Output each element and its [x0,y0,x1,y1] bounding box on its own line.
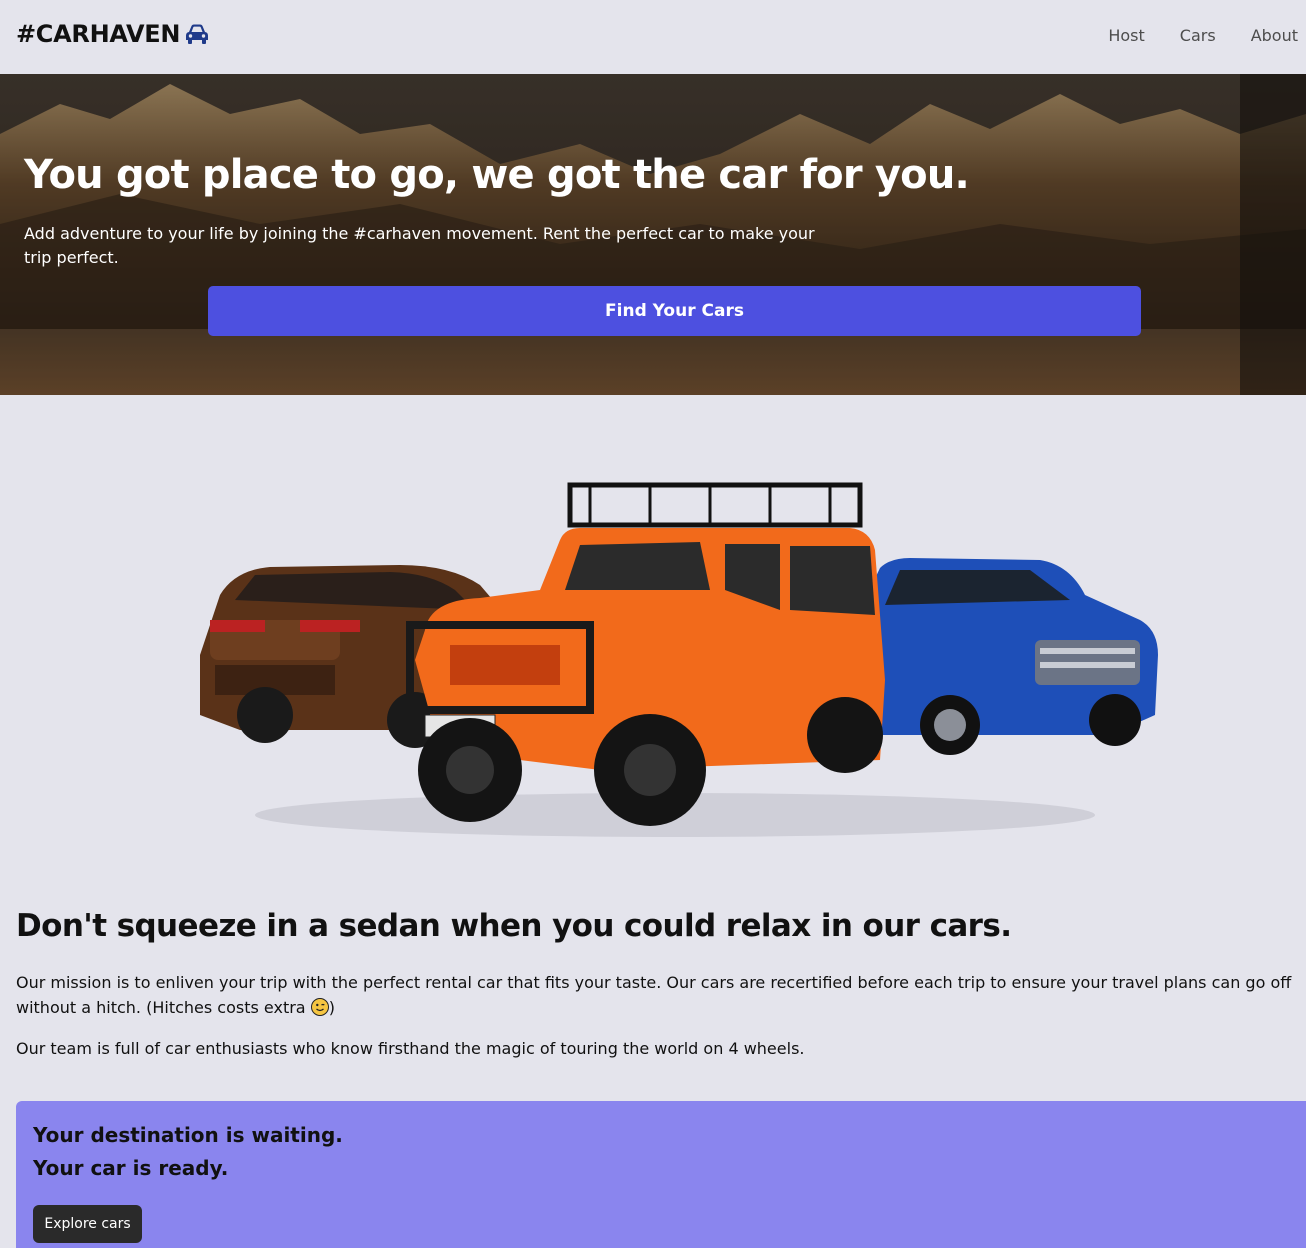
site-header: #CARHAVEN Host Cars About [0,0,1306,74]
hero-subtitle: Add adventure to your life by joining th… [24,224,815,267]
about-title: Don't squeeze in a sedan when you could … [16,908,1012,944]
nav-link-cars[interactable]: Cars [1180,26,1216,45]
nav-link-host[interactable]: Host [1108,26,1144,45]
winking-face-icon [310,998,329,1016]
blue-pickup-image [860,558,1158,755]
cta-headline-1: Your destination is waiting. [33,1123,343,1147]
hero-banner: You got place to go, we got the car for … [0,74,1306,395]
nav-link-about[interactable]: About [1251,26,1298,45]
about-paragraph-team: Our team is full of car enthusiasts who … [16,1039,805,1058]
cta-headline-2: Your car is ready. [33,1156,229,1180]
hero-title: You got place to go, we got the car for … [24,152,970,198]
about-paragraph-mission-text: Our mission is to enliven your trip with… [16,973,1292,1017]
logo-text: #CARHAVEN [16,20,181,48]
cars-image [200,482,1158,837]
car-icon [186,24,209,44]
about-paragraph-mission: Our mission is to enliven your trip with… [16,970,1306,1020]
explore-cars-button[interactable]: Explore cars [33,1205,142,1243]
about-paragraph-mission-end: ) [328,998,335,1017]
orange-uaz-image [406,482,885,826]
cta-box: Your destination is waiting. Your car is… [16,1101,1306,1248]
main-nav: Host Cars About [1108,26,1298,45]
find-your-cars-button[interactable]: Find Your Cars [208,286,1141,336]
logo-link[interactable]: #CARHAVEN [16,20,210,48]
